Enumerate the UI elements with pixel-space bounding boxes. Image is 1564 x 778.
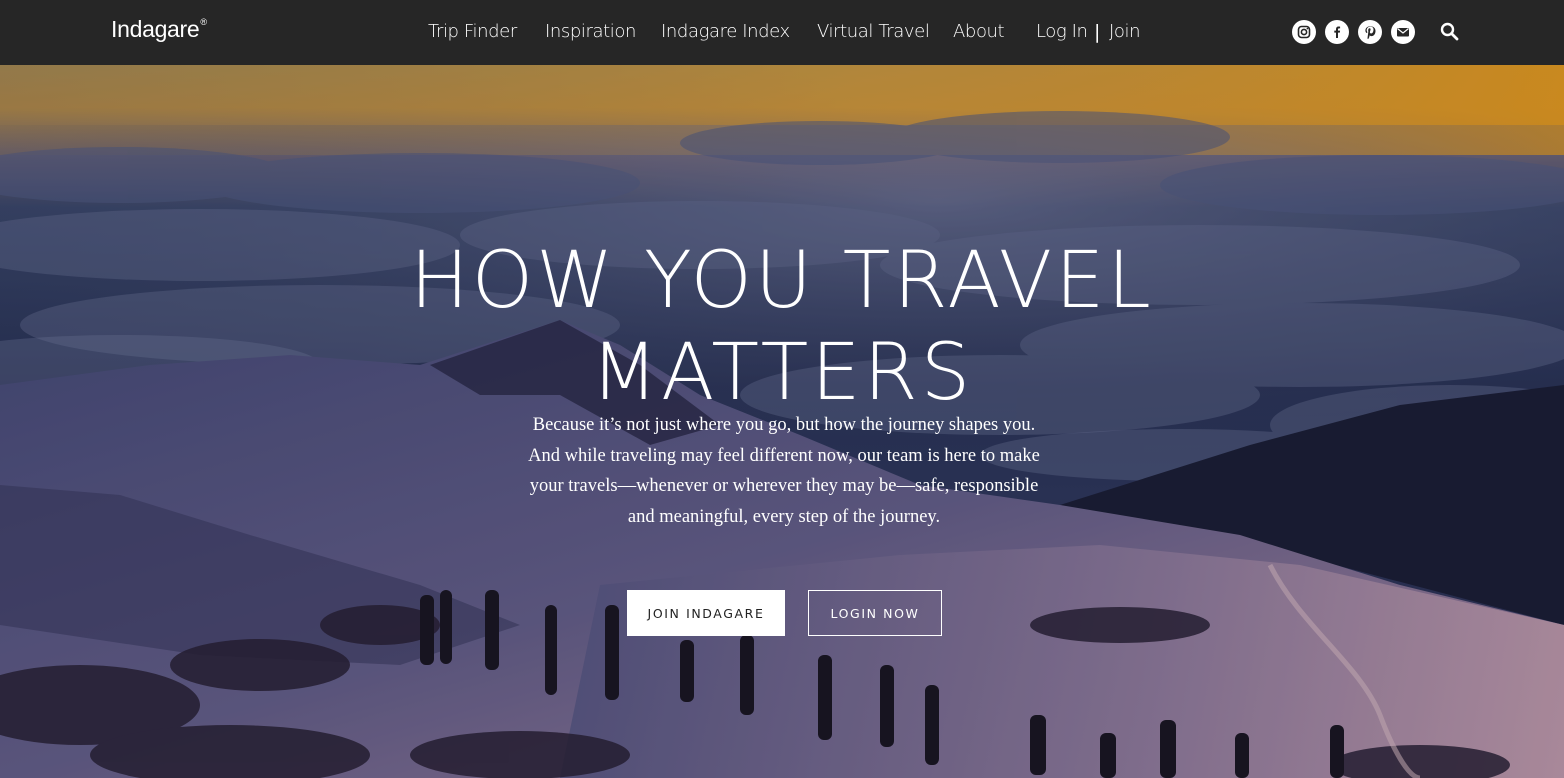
- email-icon[interactable]: [1391, 20, 1415, 44]
- join-indagare-button[interactable]: JOIN INDAGARE: [627, 590, 785, 636]
- nav-trip-finder[interactable]: Trip Finder: [428, 21, 517, 42]
- nav-separator: |: [1094, 21, 1101, 43]
- pinterest-icon[interactable]: [1358, 20, 1382, 44]
- logo-text: Indagare: [111, 16, 200, 42]
- logo-registered-mark: ®: [200, 17, 207, 28]
- indagare-logo[interactable]: Indagare®: [111, 16, 207, 43]
- hero-body-text: Because it’s not just where you go, but …: [528, 415, 1040, 527]
- search-icon[interactable]: [1439, 21, 1461, 43]
- hero-section: HOW YOU TRAVEL MATTERS Because it’s not …: [0, 65, 1564, 778]
- nav-log-in[interactable]: Log In: [1036, 21, 1088, 42]
- hero-headline-line-2: MATTERS: [590, 328, 974, 418]
- nav-indagare-index[interactable]: Indagare Index: [661, 21, 790, 42]
- facebook-icon[interactable]: [1325, 20, 1349, 44]
- top-navigation-bar: Indagare® Trip Finder Inspiration Indaga…: [0, 0, 1564, 65]
- nav-virtual-travel[interactable]: Virtual Travel: [817, 21, 930, 42]
- nav-about[interactable]: About: [953, 21, 1005, 42]
- login-now-button[interactable]: LOGIN NOW: [808, 590, 942, 636]
- nav-join[interactable]: Join: [1109, 21, 1141, 42]
- hero-headline-line-1: HOW YOU TRAVEL: [410, 236, 1154, 326]
- nav-inspiration[interactable]: Inspiration: [545, 21, 636, 42]
- instagram-icon[interactable]: [1292, 20, 1316, 44]
